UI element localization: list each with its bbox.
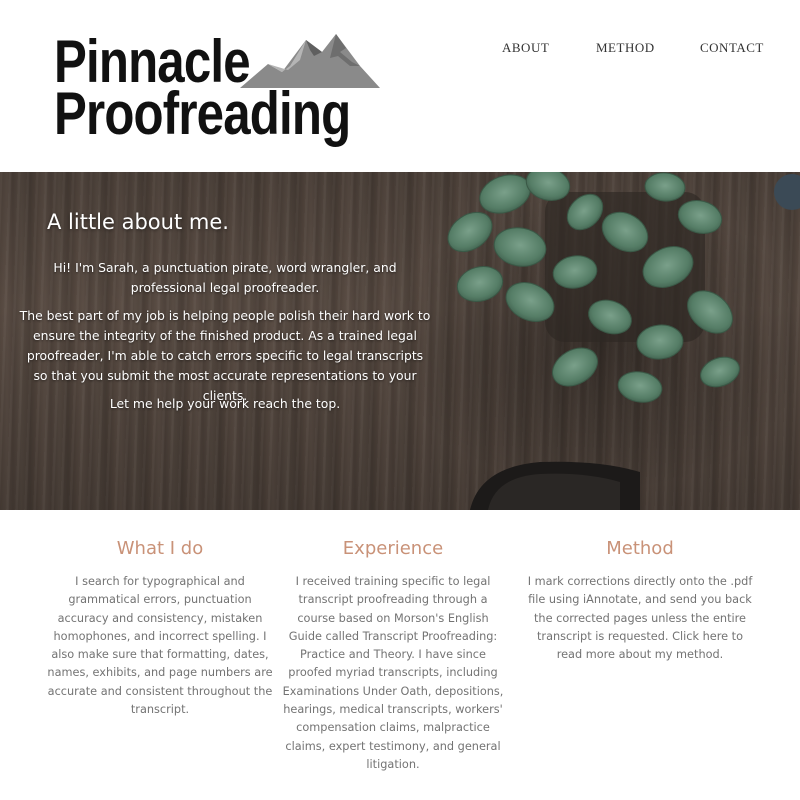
- column-what-i-do: What I do I search for typographical and…: [42, 510, 278, 719]
- hero-tagline: Let me help your work reach the top.: [109, 396, 341, 411]
- column-title: Experience: [342, 538, 444, 559]
- hero-section: A little about me. Hi! I'm Sarah, a punc…: [0, 172, 800, 510]
- column-title: What I do: [116, 538, 204, 559]
- nav-about[interactable]: ABOUT: [502, 40, 549, 56]
- logo-text-line2: Proofreading: [54, 80, 351, 147]
- services-section: What I do I search for typographical and…: [0, 510, 800, 800]
- hero-title: A little about me.: [47, 210, 229, 234]
- hero-intro-text: Hi! I'm Sarah, a punctuation pirate, wor…: [53, 260, 397, 296]
- column-text: I received training specific to legal tr…: [282, 575, 504, 771]
- hero-body-text: The best part of my job is helping peopl…: [19, 308, 431, 404]
- column-text: I search for typographical and grammatic…: [47, 575, 273, 717]
- nav-method[interactable]: METHOD: [596, 40, 655, 56]
- column-method: Method I mark corrections directly onto …: [522, 510, 758, 664]
- site-header: Pinnacle Proofreading ABOUT METHOD CONTA…: [0, 0, 800, 172]
- column-text: I mark corrections directly onto the .pd…: [527, 575, 753, 662]
- column-experience: Experience I received training specific …: [275, 510, 511, 774]
- site-logo[interactable]: Pinnacle Proofreading: [50, 26, 380, 144]
- nav-contact[interactable]: CONTACT: [700, 40, 764, 56]
- column-title: Method: [606, 538, 674, 559]
